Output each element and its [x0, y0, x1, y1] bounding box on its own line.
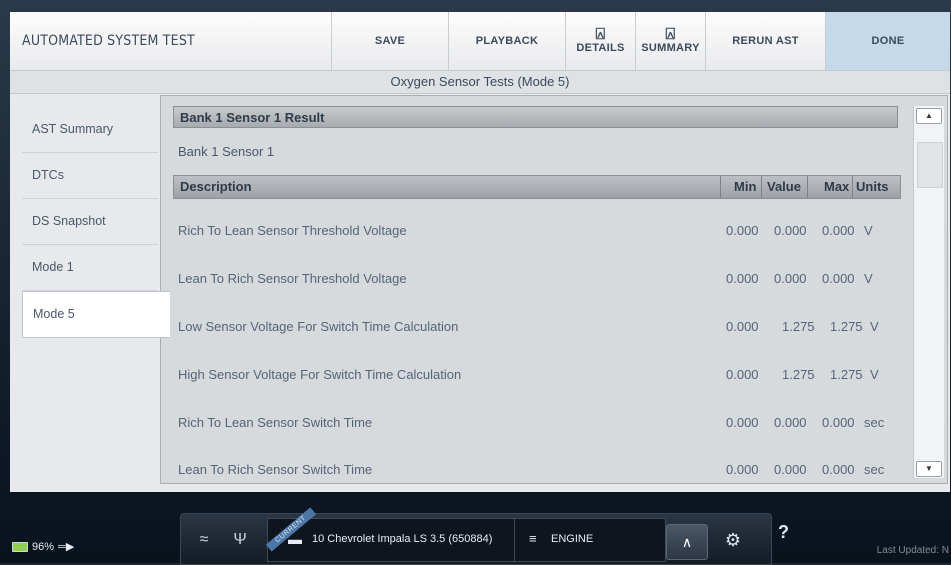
details-button[interactable]: ⍓ DETAILS [566, 12, 636, 70]
row-value: 0.000 [774, 271, 807, 286]
row-max: 1.275 [830, 319, 863, 334]
scroll-up-icon[interactable]: ▲ [916, 108, 942, 124]
column-divider [720, 176, 721, 198]
col-description: Description [180, 179, 252, 194]
col-min: Min [734, 179, 757, 194]
done-label: DONE [871, 35, 905, 47]
last-updated: Last Updated: N [876, 545, 949, 556]
row-value: 1.275 [782, 367, 815, 382]
car-icon: ▬ [288, 531, 302, 547]
vehicle-selector[interactable]: CURRENT ▬ 10 Chevrolet Impala LS 3.5 (65… [265, 507, 515, 562]
table-row: Lean To Rich Sensor Threshold Voltage 0.… [178, 267, 898, 291]
results-panel: Bank 1 Sensor 1 Result Bank 1 Sensor 1 D… [160, 95, 948, 484]
nav-item-dtcs[interactable]: DTCs [22, 153, 158, 199]
rerun-label: RERUN AST [732, 35, 799, 47]
row-description: Rich To Lean Sensor Switch Time [178, 415, 373, 430]
battery-icon [12, 541, 28, 552]
save-label: SAVE [374, 35, 406, 47]
row-description: Lean To Rich Sensor Switch Time [178, 462, 373, 477]
summary-button[interactable]: ⍓ SUMMARY [636, 12, 706, 70]
system-label: ENGINE [551, 533, 594, 545]
done-button[interactable]: DONE [826, 12, 950, 70]
help-icon[interactable]: ? [778, 522, 789, 543]
row-min: 0.000 [726, 462, 759, 477]
sensor-name: Bank 1 Sensor 1 [178, 144, 275, 159]
row-description: High Sensor Voltage For Switch Time Calc… [178, 367, 462, 382]
page-subtitle: Oxygen Sensor Tests (Mode 5) [10, 71, 950, 94]
row-max: 0.000 [822, 271, 855, 286]
col-units: Units [856, 179, 889, 194]
playback-button[interactable]: PLAYBACK [449, 12, 566, 70]
row-max: 0.000 [822, 223, 855, 238]
row-value: 0.000 [774, 223, 807, 238]
wifi-icon[interactable]: ≈ [189, 520, 219, 560]
row-units: V [864, 223, 873, 238]
row-min: 0.000 [726, 415, 759, 430]
rerun-ast-button[interactable]: RERUN AST [706, 12, 826, 70]
row-units: V [864, 271, 873, 286]
device-frame: AUTOMATED SYSTEM TEST SAVE PLAYBACK ⍓ DE… [0, 0, 951, 565]
usb-icon[interactable]: Ψ [225, 520, 255, 560]
row-min: 0.000 [726, 367, 759, 382]
row-max: 0.000 [822, 462, 855, 477]
column-divider [807, 176, 808, 198]
row-description: Rich To Lean Sensor Threshold Voltage [178, 223, 407, 238]
vehicle-label: 10 Chevrolet Impala LS 3.5 (650884) [312, 533, 493, 545]
print-icon: ⍓ [665, 26, 676, 43]
table-row: High Sensor Voltage For Switch Time Calc… [178, 363, 898, 387]
row-units: sec [864, 415, 885, 430]
summary-label: SUMMARY [641, 42, 700, 54]
details-label: DETAILS [576, 42, 625, 54]
battery-percent: 96% [32, 540, 55, 553]
top-toolbar: AUTOMATED SYSTEM TEST SAVE PLAYBACK ⍓ DE… [10, 12, 950, 71]
left-nav: AST Summary DTCs DS Snapshot Mode 1 Mode… [22, 107, 170, 338]
nav-item-ast-summary[interactable]: AST Summary [22, 107, 158, 153]
nav-item-mode-5[interactable]: Mode 5 [22, 291, 170, 338]
row-min: 0.000 [726, 223, 759, 238]
table-header: Description Min Value Max Units [173, 175, 901, 199]
row-description: Low Sensor Voltage For Switch Time Calcu… [178, 319, 459, 334]
system-selector[interactable]: ≡ ENGINE [514, 518, 666, 562]
app-title: AUTOMATED SYSTEM TEST [10, 12, 332, 70]
vertical-scrollbar[interactable]: ▲ ▼ [913, 106, 944, 478]
col-value: Value [767, 179, 801, 194]
row-units: V [870, 367, 879, 382]
scroll-down-icon[interactable]: ▼ [916, 461, 942, 477]
row-value: 0.000 [774, 415, 807, 430]
print-icon: ⍓ [595, 26, 606, 43]
row-value: 1.275 [782, 319, 815, 334]
battery-status: 96% ═▶ [12, 540, 74, 553]
column-divider [852, 176, 853, 198]
chevron-up-icon: ∧ [681, 534, 693, 550]
plug-icon: ═▶ [58, 541, 75, 553]
table-row: Rich To Lean Sensor Switch Time 0.000 0.… [178, 411, 898, 435]
save-button[interactable]: SAVE [332, 12, 449, 70]
row-max: 1.275 [830, 367, 863, 382]
bottom-dock: ≈ Ψ CURRENT ▬ 10 Chevrolet Impala LS 3.5… [180, 507, 772, 565]
scroll-thumb[interactable] [917, 142, 943, 188]
table-row: Lean To Rich Sensor Switch Time 0.000 0.… [178, 458, 898, 482]
row-min: 0.000 [726, 319, 759, 334]
app-screen: AUTOMATED SYSTEM TEST SAVE PLAYBACK ⍓ DE… [10, 12, 950, 492]
row-units: V [870, 319, 879, 334]
nav-item-mode-1[interactable]: Mode 1 [22, 245, 158, 291]
result-section-header[interactable]: Bank 1 Sensor 1 Result [173, 106, 898, 128]
gear-icon[interactable]: ⚙ [721, 520, 745, 560]
nav-item-ds-snapshot[interactable]: DS Snapshot [22, 199, 158, 245]
row-value: 0.000 [774, 462, 807, 477]
row-max: 0.000 [822, 415, 855, 430]
expand-button[interactable]: ∧ [666, 524, 708, 560]
table-row: Rich To Lean Sensor Threshold Voltage 0.… [178, 219, 898, 243]
playback-label: PLAYBACK [475, 35, 539, 47]
row-min: 0.000 [726, 271, 759, 286]
col-max: Max [824, 179, 850, 194]
column-divider [761, 176, 762, 198]
row-description: Lean To Rich Sensor Threshold Voltage [178, 271, 407, 286]
row-units: sec [864, 462, 885, 477]
table-row: Low Sensor Voltage For Switch Time Calcu… [178, 315, 898, 339]
engine-icon: ≡ [529, 531, 537, 546]
